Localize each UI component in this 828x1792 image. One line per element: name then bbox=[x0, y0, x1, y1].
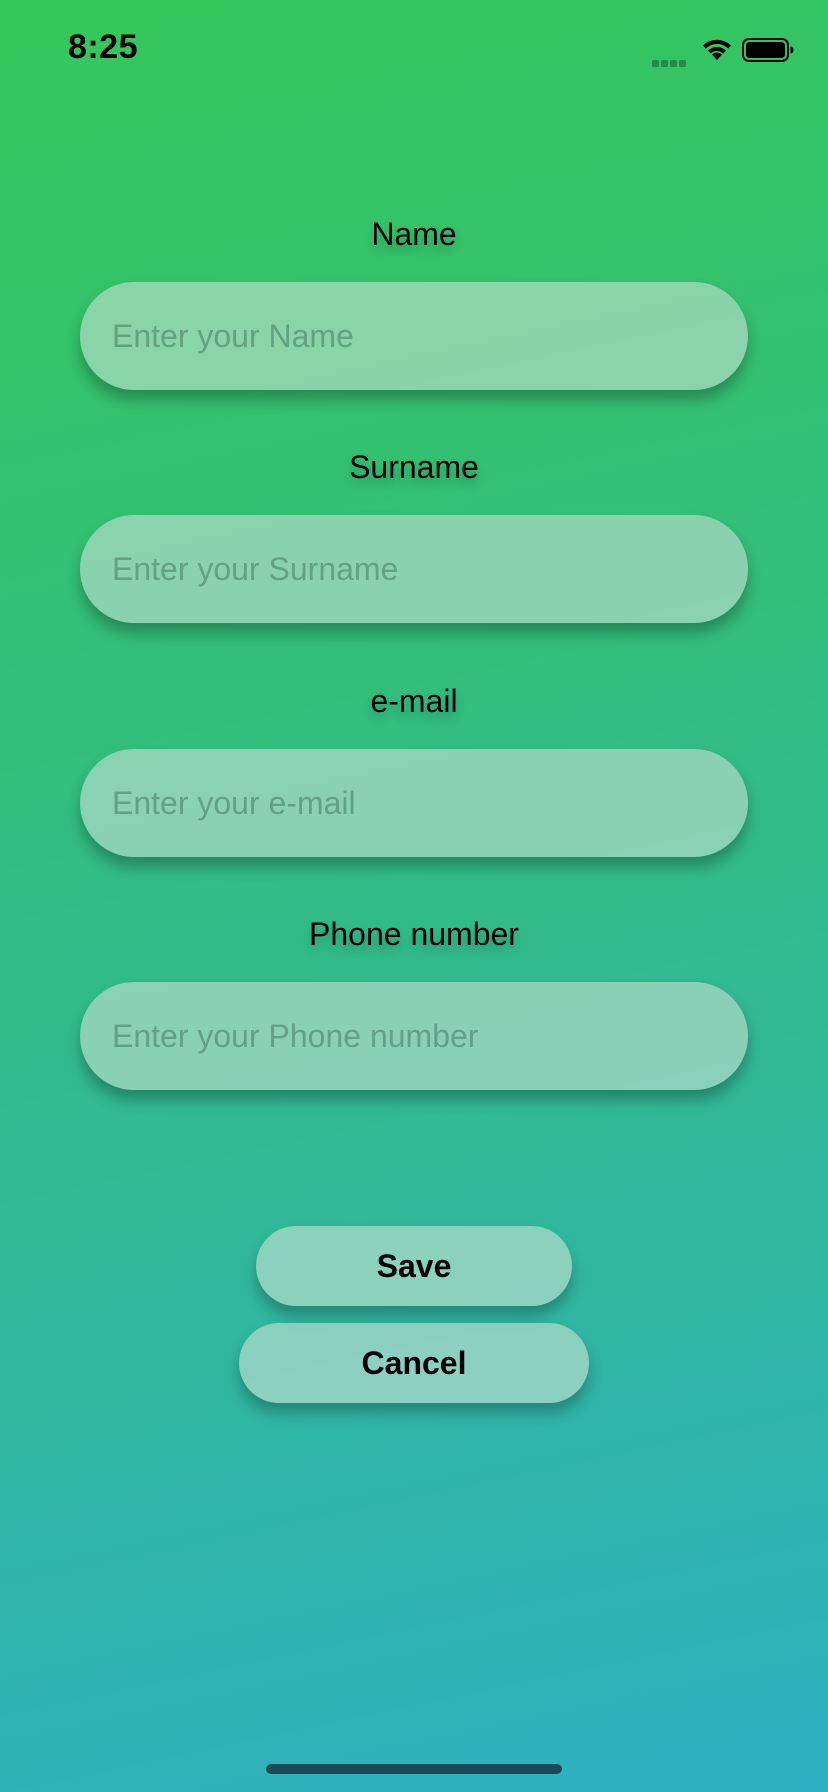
surname-label: Surname bbox=[349, 449, 479, 485]
profile-form-screen: 8:25 Name Surname e-mail Phone number Sa… bbox=[0, 0, 828, 1792]
surname-input[interactable] bbox=[80, 515, 748, 623]
save-button[interactable]: Save bbox=[256, 1226, 572, 1306]
phone-number-input[interactable] bbox=[80, 982, 748, 1090]
status-time: 8:25 bbox=[68, 28, 139, 66]
name-label: Name bbox=[371, 216, 457, 252]
cellular-signal-icon bbox=[652, 54, 690, 67]
email-label: e-mail bbox=[370, 683, 458, 719]
home-indicator[interactable] bbox=[266, 1764, 562, 1774]
phone-number-label: Phone number bbox=[309, 916, 519, 952]
battery-icon bbox=[742, 38, 794, 62]
cancel-button[interactable]: Cancel bbox=[239, 1323, 589, 1403]
name-input[interactable] bbox=[80, 282, 748, 390]
email-input[interactable] bbox=[80, 749, 748, 857]
wifi-icon bbox=[703, 39, 731, 60]
